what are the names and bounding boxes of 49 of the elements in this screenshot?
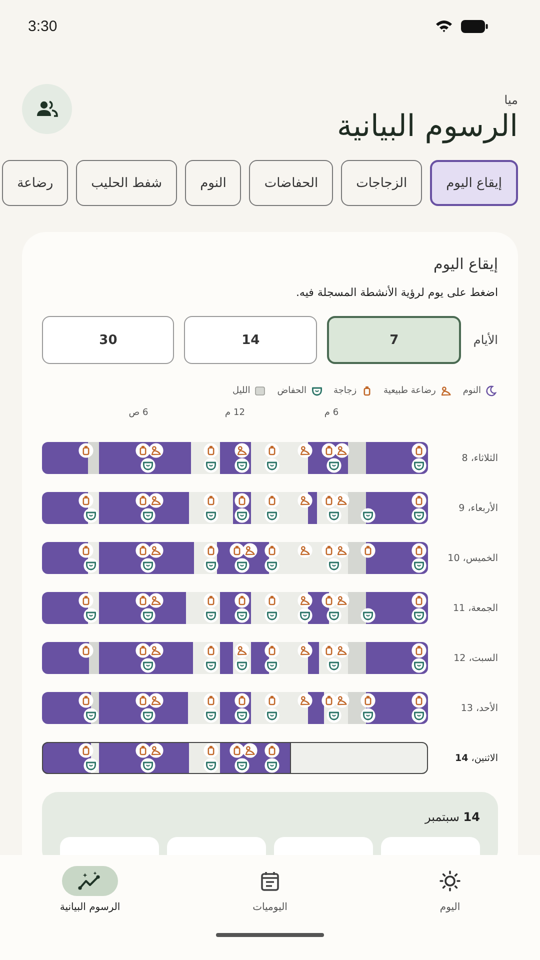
day-label[interactable]: الخميس، 10 [436,552,498,564]
day-timeline[interactable] [42,592,428,624]
tab[interactable]: النوم [185,160,242,206]
axis-tick: 6 ص [128,408,148,420]
moon-icon [484,384,498,398]
tab[interactable]: الحفاضات [249,160,334,206]
axis-tick: 12 م [225,408,245,420]
day-label[interactable]: السبت، 12 [436,652,498,664]
legend-label: الليل [232,386,250,396]
day-timeline[interactable] [42,692,428,724]
day-timeline[interactable] [42,492,428,524]
day-label[interactable]: الأربعاء، 9 [436,502,498,514]
sun-icon [439,870,461,892]
legend-label: زجاجة [334,386,357,396]
nursing-icon [438,384,453,398]
card-subtitle: اضغط على يوم لرؤية الأنشطة المسجلة فيه. [294,286,498,299]
day-timeline[interactable] [42,642,428,674]
tab[interactable]: رضاعة [2,160,68,206]
legend-label: النوم [462,386,481,396]
profiles-button[interactable] [22,84,72,134]
range-button[interactable]: 30 [42,316,174,364]
range-label: الأيام [473,333,498,347]
nav-item[interactable]: اليوميات [180,866,360,913]
night-swatch-icon [253,384,268,398]
calendar-icon [259,870,281,892]
card-title: إيقاع اليوم [432,255,498,273]
day-timeline[interactable] [42,442,428,474]
status-time: 3:30 [28,18,58,34]
day-label[interactable]: الثلاثاء، 8 [436,452,498,464]
profile-name: ميا [504,93,518,107]
day-timeline[interactable] [42,742,428,774]
nav-item[interactable]: الرسوم البيانية [0,866,180,913]
trend-sparkle-icon [78,871,102,891]
day-label[interactable]: الجمعة، 11 [436,602,498,614]
legend-label: الحفاض [277,386,306,396]
range-button[interactable]: 7 [326,316,462,364]
page-title: الرسوم البيانية [337,109,518,144]
tab[interactable]: إيقاع اليوم [430,160,518,206]
tab[interactable]: شفط الحليب [76,160,178,206]
battery-icon [461,20,488,32]
range-button[interactable]: 14 [184,316,317,364]
axis-tick: 6 م [324,408,339,420]
day-label[interactable]: الأحد، 13 [436,702,498,714]
wifi-icon [435,19,453,33]
legend-label: رضاعة طبيعية [384,386,436,396]
day-timeline[interactable] [42,542,428,574]
tab[interactable]: الزجاجات [341,160,422,206]
nav-item[interactable]: اليوم [360,866,540,913]
people-icon [36,100,58,118]
